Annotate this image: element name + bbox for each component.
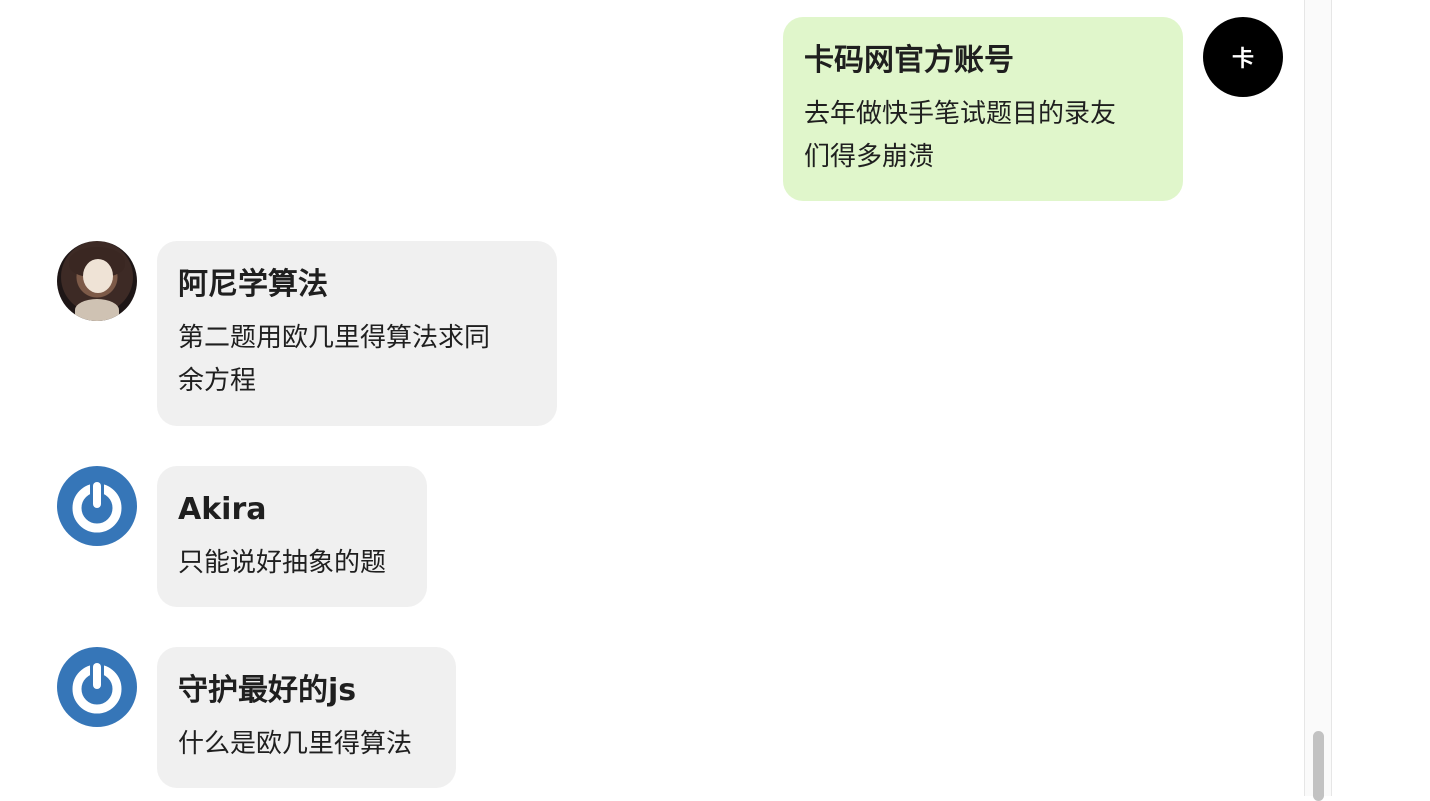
- message-text-line: 只能说好抽象的题: [178, 548, 387, 578]
- message-author[interactable]: 阿尼学算法: [178, 263, 536, 307]
- chat-message-list: 卡码网官方账号 去年做快手笔试题目的录友 们得多崩溃 卡 阿尼学算法 第二题用欧…: [0, 0, 1304, 796]
- message-text: 只能说好抽象的题: [178, 542, 406, 585]
- power-icon: [72, 661, 122, 714]
- power-icon: [72, 480, 122, 533]
- message-own: 卡码网官方账号 去年做快手笔试题目的录友 们得多崩溃: [783, 17, 1183, 201]
- message-text-line: 们得多崩溃: [804, 142, 935, 172]
- message-bubble: 卡码网官方账号 去年做快手笔试题目的录友 们得多崩溃: [783, 17, 1183, 201]
- avatar-glyph: 卡: [1231, 47, 1254, 72]
- avatar-collar-shape: [75, 299, 119, 321]
- message-text: 去年做快手笔试题目的录友 们得多崩溃: [804, 93, 1162, 179]
- message-author[interactable]: Akira: [178, 488, 406, 532]
- avatar[interactable]: [57, 466, 137, 546]
- message-author[interactable]: 卡码网官方账号: [804, 39, 1162, 83]
- message-bubble: 阿尼学算法 第二题用欧几里得算法求同 余方程: [157, 241, 557, 426]
- message-bubble: 守护最好的js 什么是欧几里得算法: [157, 647, 456, 788]
- message-text-line: 去年做快手笔试题目的录友: [804, 99, 1117, 129]
- avatar-face-shape: [83, 259, 113, 293]
- message-text-line: 余方程: [178, 366, 257, 396]
- scrollbar[interactable]: [1304, 0, 1332, 801]
- message-text: 什么是欧几里得算法: [178, 723, 435, 766]
- message-other: Akira 只能说好抽象的题: [157, 466, 427, 607]
- message-text-line: 第二题用欧几里得算法求同: [178, 323, 491, 353]
- scrollbar-thumb[interactable]: [1313, 731, 1324, 801]
- avatar[interactable]: 卡: [1203, 17, 1283, 97]
- message-other: 阿尼学算法 第二题用欧几里得算法求同 余方程: [157, 241, 557, 426]
- message-other: 守护最好的js 什么是欧几里得算法: [157, 647, 456, 788]
- avatar[interactable]: [57, 647, 137, 727]
- avatar[interactable]: [57, 241, 137, 321]
- message-text-line: 什么是欧几里得算法: [178, 729, 413, 759]
- message-author[interactable]: 守护最好的js: [178, 669, 435, 713]
- message-bubble: Akira 只能说好抽象的题: [157, 466, 427, 607]
- message-text: 第二题用欧几里得算法求同 余方程: [178, 317, 536, 403]
- right-gutter: [1332, 0, 1430, 796]
